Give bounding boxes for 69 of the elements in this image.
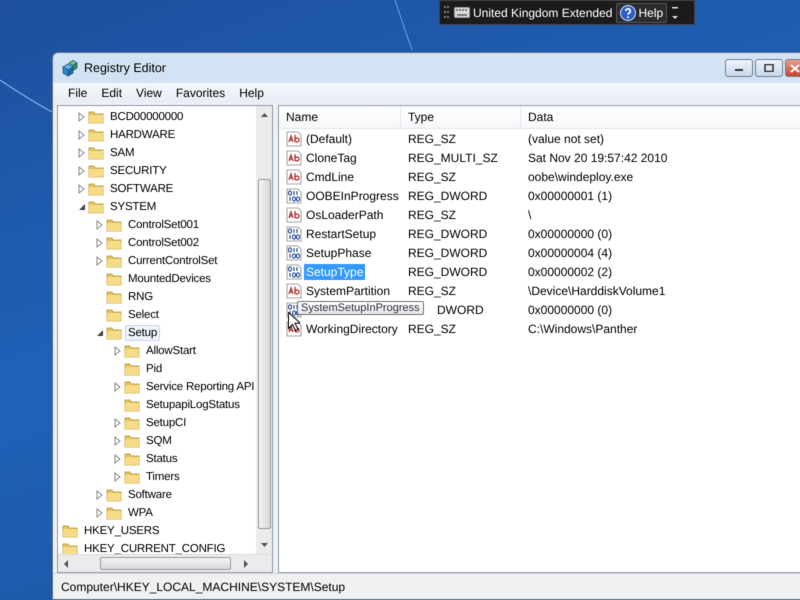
menu-item[interactable]: Favorites [168,84,232,102]
menu-item[interactable]: View [129,84,169,102]
window-title: Registry Editor [84,61,166,75]
value-name[interactable]: RestartSetup [304,226,378,242]
tree-item[interactable]: SetupCI [143,415,190,431]
value-data: (value not set) [528,132,604,146]
value-type: REG_SZ [408,132,456,146]
tree-item[interactable]: Select [125,307,162,323]
value-name[interactable]: CmdLine [304,168,356,184]
column-header[interactable]: Name [279,106,401,128]
column-header[interactable]: Data [521,106,800,128]
tree-item[interactable]: BCD00000000 [107,109,186,125]
value-name[interactable]: SystemPartition [304,282,392,298]
value-type: REG_SZ [408,170,456,184]
tree-item[interactable]: Setup [125,325,160,341]
value-data: 0x00000004 (4) [528,246,612,260]
value-name[interactable]: CloneTag [304,150,359,166]
value-type: REG_DWORD [408,246,488,260]
value-data: C:\Windows\Panther [528,322,638,336]
tree-item[interactable]: ControlSet001 [125,217,202,233]
value-type: REG_MULTI_SZ [408,150,498,164]
tree-item[interactable]: HARDWARE [107,127,178,143]
tree-item[interactable]: SYSTEM [107,199,160,215]
menu-item[interactable]: File [61,84,94,102]
value-type: REG_SZ [408,322,456,336]
tree-item[interactable]: Service Reporting API [143,379,256,395]
tree-item[interactable]: WPA [125,505,156,521]
tree-item[interactable]: Status [143,451,180,467]
tree-item[interactable]: Timers [143,469,183,485]
tree-item[interactable]: Software [125,487,175,503]
tree-item[interactable]: CurrentControlSet [125,253,220,269]
value-type: DWORD [437,302,484,316]
value-type: REG_DWORD [408,188,488,202]
value-type: REG_DWORD [408,226,488,240]
value-data: 0x00000000 (0) [528,226,612,240]
tree-item[interactable]: SAM [107,145,138,161]
column-header[interactable]: Type [401,106,521,128]
tooltip: SystemSetupInProgress [297,301,424,315]
menu-item[interactable]: Help [232,84,271,102]
language-label[interactable]: United Kingdom Extended [473,6,612,20]
value-name[interactable]: WorkingDirectory [304,320,400,336]
value-data: 0x00000001 (1) [528,188,612,202]
value-data: Sat Nov 20 19:57:42 2010 [528,150,668,164]
tree-item[interactable]: RNG [125,289,156,305]
tree-item[interactable]: SQM [143,433,175,449]
value-data: \Device\HarddiskVolume1 [528,284,666,298]
value-name[interactable]: (Default) [304,130,354,146]
value-data: \ [528,208,532,222]
tree-item[interactable]: HKEY_CURRENT_CONFIG [81,541,228,554]
tree-item[interactable]: SECURITY [107,163,170,179]
value-name[interactable]: SetupPhase [304,244,374,260]
value-data: 0x00000002 (2) [528,264,612,278]
value-name[interactable]: OsLoaderPath [304,206,386,222]
value-name[interactable]: OOBEInProgress [304,188,401,204]
help-button[interactable]: Help [616,2,668,22]
tree-item[interactable]: MountedDevices [125,271,214,287]
value-type: REG_SZ [408,208,456,222]
tree-item[interactable]: HKEY_USERS [81,523,162,539]
tree-item[interactable]: Pid [143,361,166,377]
value-data: oobe\windeploy.exe [528,170,634,184]
tree-item[interactable]: ControlSet002 [125,235,202,251]
tree-item[interactable]: AllowStart [143,343,199,359]
status-path: Computer\HKEY_LOCAL_MACHINE\SYSTEM\Setup [61,580,346,594]
value-type: REG_SZ [408,284,456,298]
menu-item[interactable]: Edit [94,84,130,102]
value-type: REG_DWORD [408,264,488,278]
tree-item[interactable]: SOFTWARE [107,181,176,197]
value-data: 0x00000000 (0) [528,302,612,316]
tree-item[interactable]: SetupapiLogStatus [143,397,243,413]
